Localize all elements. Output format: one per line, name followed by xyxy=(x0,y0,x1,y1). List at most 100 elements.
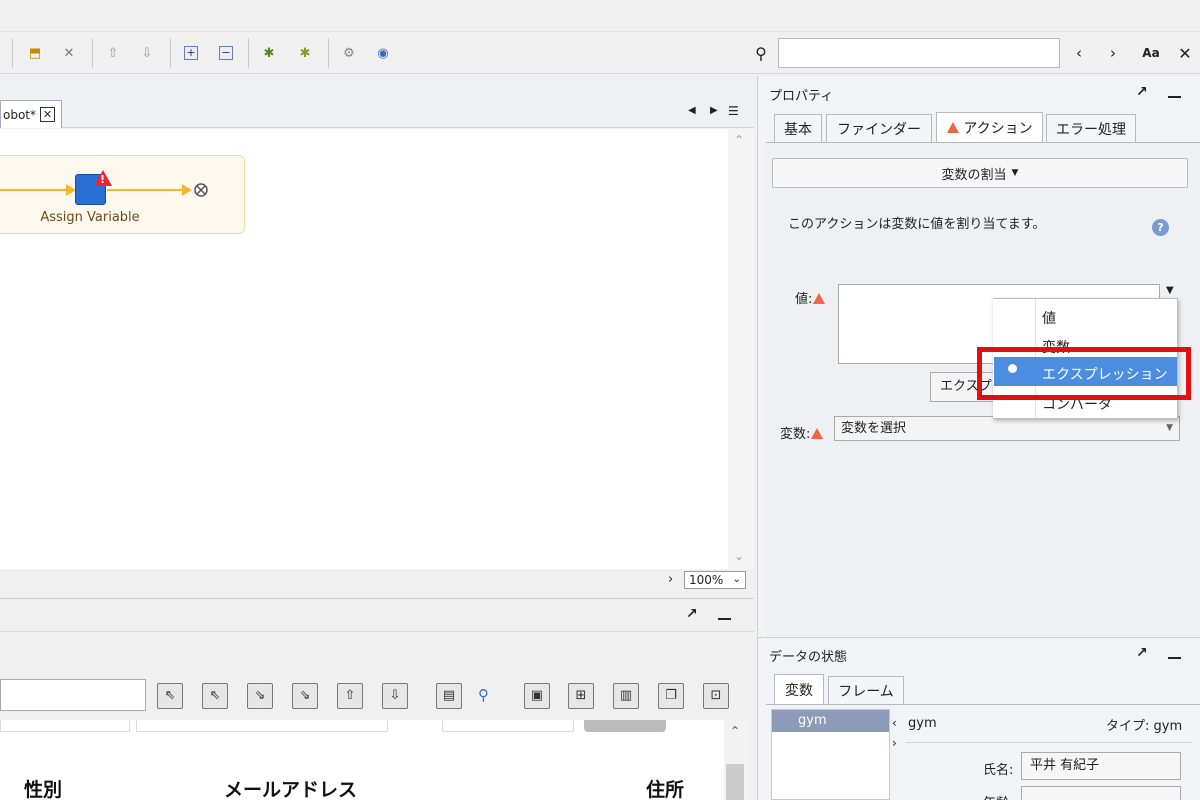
minimize-icon[interactable] xyxy=(1168,657,1181,659)
search-icon: ⚲ xyxy=(755,43,767,63)
column-header: 住所 xyxy=(646,779,685,800)
warning-icon xyxy=(811,428,824,439)
dropdown-item-value[interactable]: 値 xyxy=(1042,308,1056,328)
page-field xyxy=(136,720,388,732)
nav-up-icon[interactable]: ⇧ xyxy=(337,683,363,709)
prev-icon[interactable]: ‹ xyxy=(1068,42,1090,64)
variable-select[interactable]: 変数を選択 ▼ xyxy=(834,416,1180,441)
highlight-annotation xyxy=(977,347,1191,400)
collapse-icon[interactable]: ‹ xyxy=(892,716,897,730)
close-tab-icon[interactable]: ✕ xyxy=(40,107,56,122)
variable-type: タイプ: gym xyxy=(1106,719,1183,734)
detail-divider xyxy=(906,742,1192,743)
globe-icon[interactable]: ◉ xyxy=(372,42,394,64)
column-header: 性別 xyxy=(24,779,63,800)
tab-label: 変数 xyxy=(785,682,813,699)
tab-label: 基本 xyxy=(784,121,812,138)
zoom-bar xyxy=(0,569,754,599)
search-input[interactable] xyxy=(778,38,1060,68)
tab-label: エラー処理 xyxy=(1056,121,1126,138)
tab-divider xyxy=(766,704,1200,705)
scroll-down-icon[interactable]: ⌄ xyxy=(734,549,744,563)
column-header: メールアドレス xyxy=(224,779,358,800)
zoom-nav-icon[interactable]: › xyxy=(668,572,673,587)
page-icon[interactable]: ▤ xyxy=(436,683,462,709)
variable-label-row: 変数: xyxy=(780,423,824,442)
value-type-caret-icon[interactable]: ▼ xyxy=(1166,285,1174,296)
page-field xyxy=(442,720,574,732)
minimize-icon[interactable] xyxy=(718,618,731,620)
minimize-icon[interactable] xyxy=(1168,96,1181,98)
settings-icon[interactable]: ⚙ xyxy=(338,42,360,64)
close-search-icon[interactable]: ✕ xyxy=(1174,42,1196,64)
warning-icon xyxy=(813,293,826,304)
collapse-all-icon[interactable]: − xyxy=(215,42,237,64)
help-icon[interactable]: ? xyxy=(1152,219,1169,236)
tab-basic[interactable]: 基本 xyxy=(774,114,822,142)
frame-icon[interactable]: ▣ xyxy=(524,683,550,709)
debug-run-icon[interactable]: ✱ xyxy=(294,42,316,64)
nav-up-left-icon[interactable]: ⇖ xyxy=(202,683,228,709)
tab-scroll-right-icon[interactable]: ▶ xyxy=(710,105,718,116)
tab-frames[interactable]: フレーム xyxy=(828,676,904,704)
step-down-icon[interactable]: ⇩ xyxy=(136,42,158,64)
breakpoint-icon[interactable]: ⬒ xyxy=(24,42,46,64)
url-input[interactable] xyxy=(0,679,146,711)
step-up-icon[interactable]: ⇧ xyxy=(102,42,124,64)
zoom-frame-icon[interactable]: ⊡ xyxy=(703,683,729,709)
action-type-button[interactable]: 変数の割当 ▼ xyxy=(772,158,1188,188)
field-label: 年齢: xyxy=(983,792,1013,800)
expand-all-icon[interactable]: + xyxy=(180,42,202,64)
nav-down-right-icon[interactable]: ⇘ xyxy=(247,683,273,709)
tab-scroll-left-icon[interactable]: ◀ xyxy=(688,105,696,116)
tab-error-handling[interactable]: エラー処理 xyxy=(1046,114,1136,142)
browser-scrollbar[interactable]: ⌃ xyxy=(724,720,748,800)
copy-frame-icon[interactable]: ❐ xyxy=(658,683,684,709)
scroll-thumb[interactable] xyxy=(726,764,744,800)
expand-icon[interactable]: › xyxy=(892,736,897,750)
chevron-down-icon: ⌄ xyxy=(732,574,741,585)
tab-label: フレーム xyxy=(838,683,894,700)
tab-variables[interactable]: 変数 xyxy=(774,674,824,704)
editor-header xyxy=(0,76,754,128)
value-label: 値: xyxy=(795,292,813,307)
zoom-select[interactable]: 100% ⌄ xyxy=(684,571,746,589)
canvas-scrollbar[interactable]: ⌃ ⌄ xyxy=(728,129,754,569)
scroll-up-icon[interactable]: ⌃ xyxy=(730,724,740,738)
tab-finder[interactable]: ファインダー xyxy=(826,114,932,142)
nav-top-left-icon[interactable]: ⇖ xyxy=(157,683,183,709)
nav-bottom-right-icon[interactable]: ⇘ xyxy=(292,683,318,709)
step-label: Assign Variable xyxy=(40,210,140,225)
page-button xyxy=(584,720,666,732)
next-icon[interactable]: › xyxy=(1102,42,1124,64)
variable-select-value: 変数を選択 xyxy=(841,421,907,436)
maximize-icon[interactable]: ↗ xyxy=(1136,645,1148,661)
maximize-icon[interactable]: ↗ xyxy=(1136,84,1148,100)
page-field xyxy=(0,720,130,732)
tab-label: ファインダー xyxy=(837,121,921,138)
bottom-panel-header: ↗ xyxy=(0,600,754,632)
add-frame-icon[interactable]: ⊞ xyxy=(568,683,594,709)
step-warning-icon: ! xyxy=(94,170,112,186)
delete-frame-icon[interactable]: ▥ xyxy=(613,683,639,709)
variable-list-item[interactable]: gym xyxy=(772,710,889,732)
tab-list-icon[interactable]: ☰ xyxy=(728,104,739,118)
nav-down-icon[interactable]: ⇩ xyxy=(382,683,408,709)
variable-label: 変数: xyxy=(780,427,811,442)
remove-breakpoint-icon[interactable]: ✕ xyxy=(58,42,80,64)
scroll-up-icon[interactable]: ⌃ xyxy=(734,133,744,147)
browser-view[interactable] xyxy=(0,720,724,800)
field-value[interactable] xyxy=(1021,786,1181,800)
editor-tab[interactable]: obot* ✕ xyxy=(0,100,62,128)
warning-icon xyxy=(947,122,960,133)
action-type-label: 変数の割当 xyxy=(941,167,1007,183)
field-value[interactable]: 平井 有紀子 xyxy=(1021,752,1181,780)
caret-down-icon: ▼ xyxy=(1166,423,1173,433)
maximize-icon[interactable]: ↗ xyxy=(686,606,698,622)
debug-icon[interactable]: ✱ xyxy=(258,42,280,64)
magnify-icon[interactable]: ⚲ xyxy=(478,686,489,704)
match-case-icon[interactable]: Aa xyxy=(1136,42,1166,64)
field-label: 氏名: xyxy=(983,763,1014,778)
tab-action[interactable]: アクション xyxy=(936,112,1043,142)
variable-detail-name: gym xyxy=(908,716,937,731)
